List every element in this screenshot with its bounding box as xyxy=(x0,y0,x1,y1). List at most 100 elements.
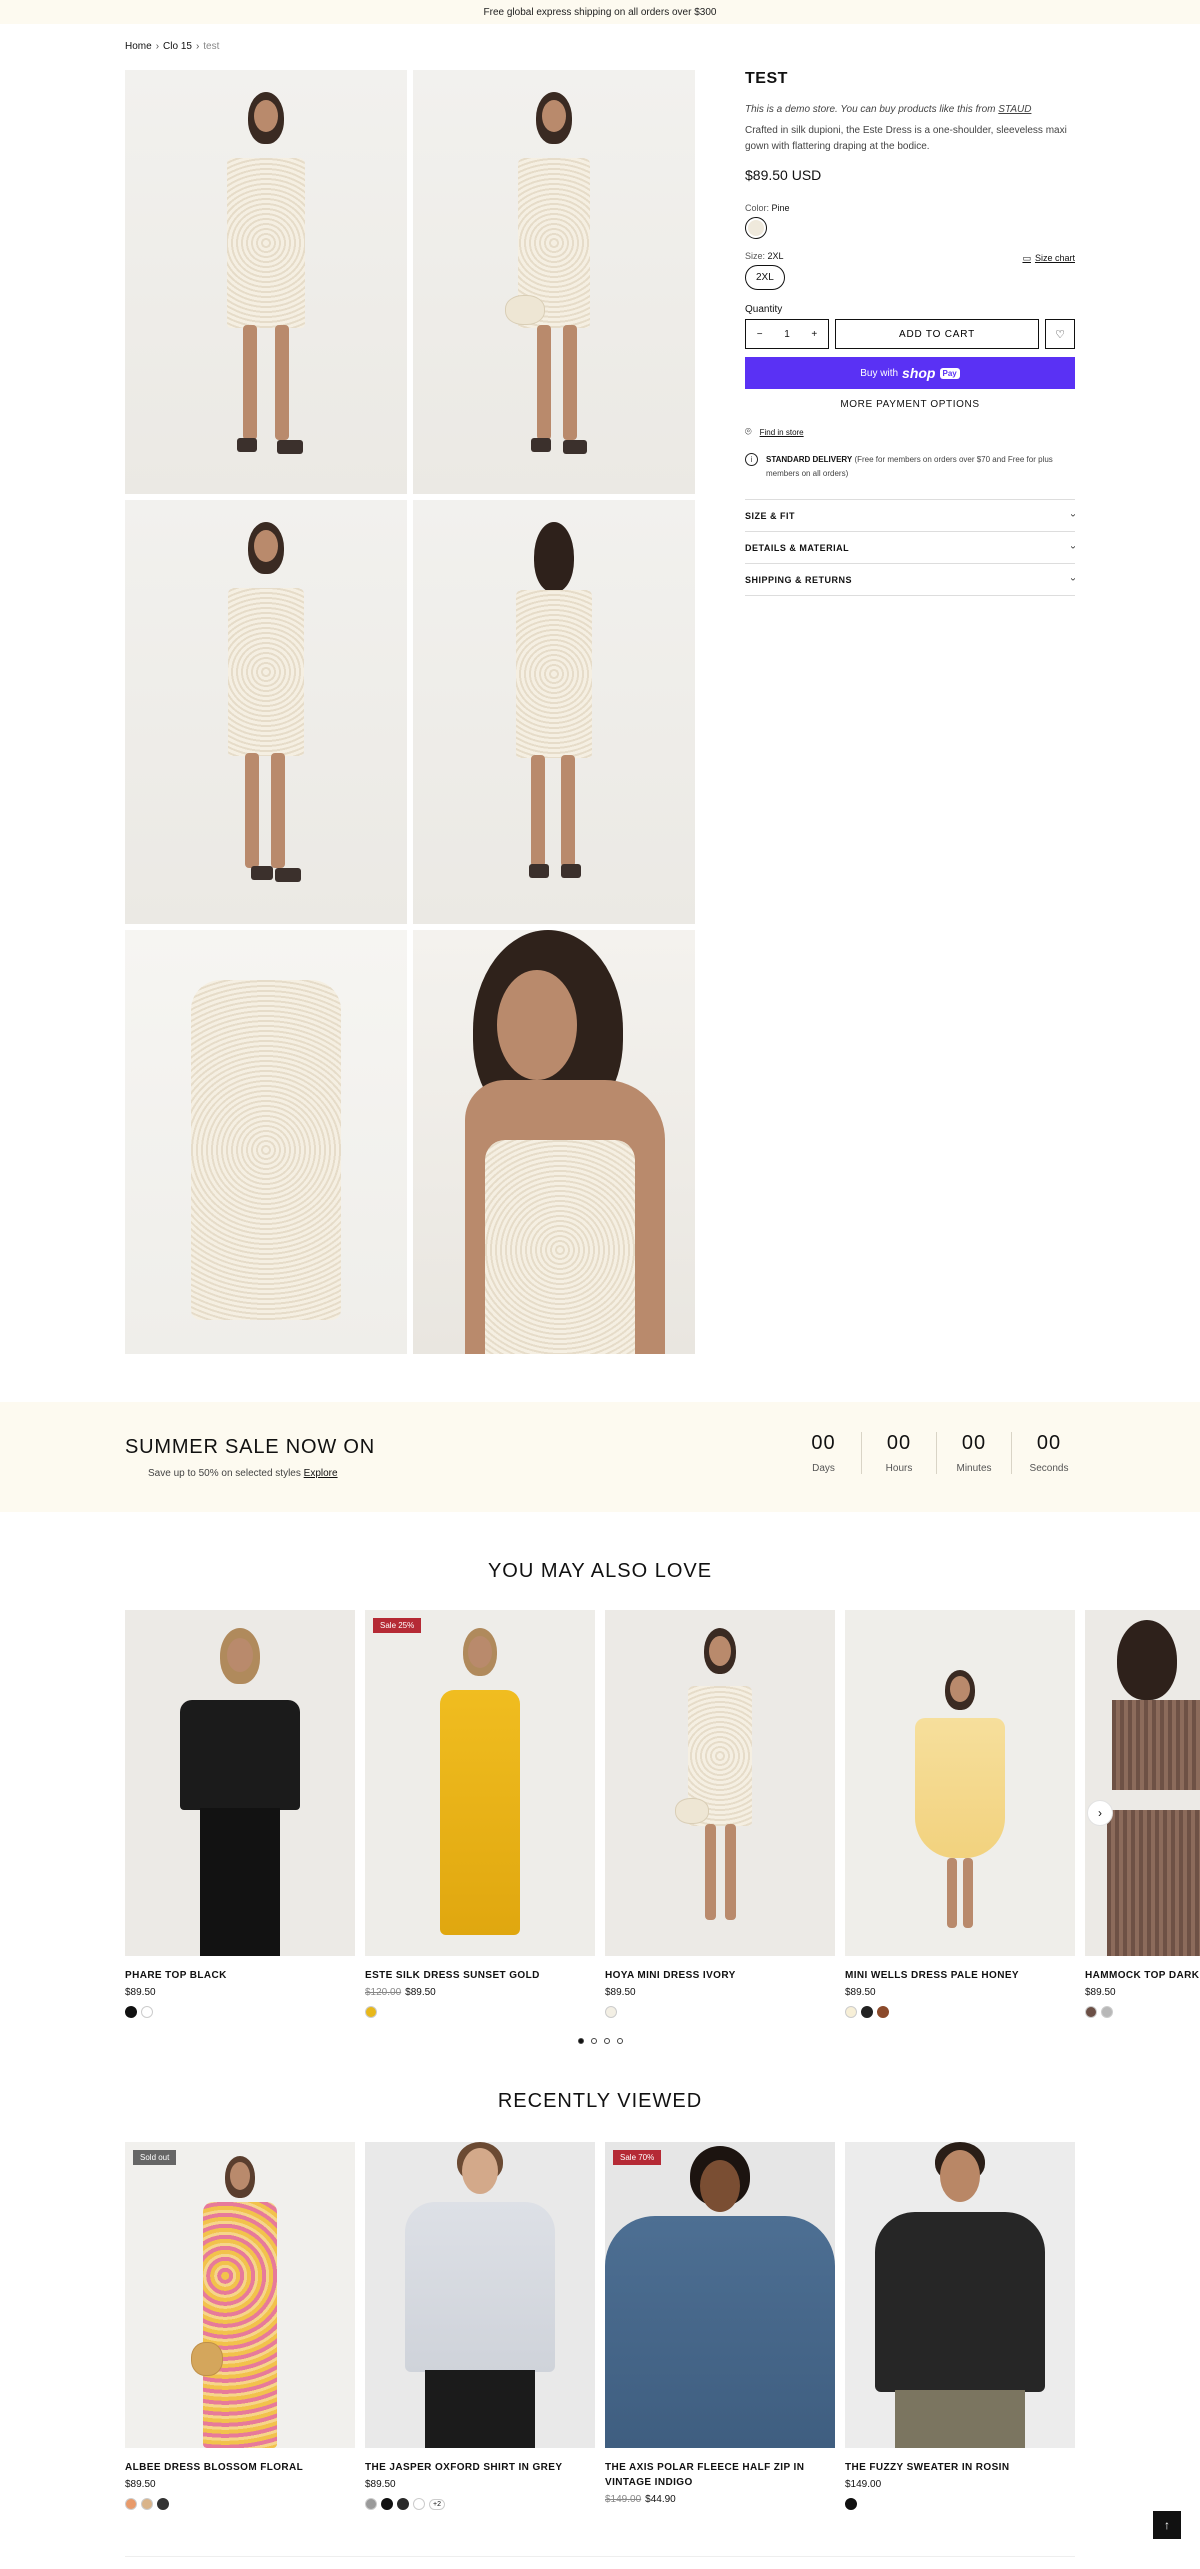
product-card-image[interactable] xyxy=(605,1610,835,1956)
accordion-shipping-returns[interactable]: SHIPPING & RETURNS › xyxy=(745,564,1079,596)
minus-icon[interactable]: − xyxy=(757,329,763,340)
product-card-price: $89.50 xyxy=(365,2479,595,2490)
model-face xyxy=(700,2160,740,2212)
chevron-right-icon[interactable]: › xyxy=(1087,1800,1113,1826)
product-card-name[interactable]: HOYA MINI DRESS IVORY xyxy=(605,1968,835,1983)
product-card-name[interactable]: PHARE TOP BLACK xyxy=(125,1968,355,1983)
product-card-image[interactable]: Sale 25% xyxy=(365,1610,595,1956)
swatch[interactable] xyxy=(157,2498,169,2510)
heart-icon[interactable]: ♡ xyxy=(1045,319,1075,349)
product-card[interactable]: HOYA MINI DRESS IVORY $89.50 xyxy=(605,1610,835,2018)
product-price: $89.50 USD xyxy=(745,167,822,183)
product-image-front[interactable] xyxy=(125,70,407,494)
product-card[interactable]: THE JASPER OXFORD SHIRT IN GREY $89.50 +… xyxy=(365,2142,595,2510)
product-card-name[interactable]: ESTE SILK DRESS SUNSET GOLD xyxy=(365,1968,595,1983)
swatch[interactable] xyxy=(365,2498,377,2510)
size-label-text: Size: xyxy=(745,251,766,261)
product-image-back[interactable] xyxy=(413,500,695,924)
model-face xyxy=(468,1636,492,1668)
pagination-dot[interactable] xyxy=(617,2038,623,2044)
product-card-price: $89.50 xyxy=(605,1987,835,1998)
product-card-image[interactable]: Sold out xyxy=(125,2142,355,2448)
product-card-price: $149.00 $44.90 xyxy=(605,2494,835,2505)
swatch[interactable] xyxy=(1101,2006,1113,2018)
product-card[interactable]: PHARE TOP BLACK $89.50 xyxy=(125,1610,355,2018)
size-option-2xl[interactable]: 2XL xyxy=(745,265,785,290)
demo-note-link[interactable]: STAUD xyxy=(998,104,1031,115)
color-swatch-selected[interactable] xyxy=(745,217,767,239)
also-love-carousel: PHARE TOP BLACK $89.50 Sale 25% ESTE SIL… xyxy=(125,1610,1200,2018)
model-face xyxy=(709,1636,731,1666)
pagination-dot[interactable] xyxy=(604,2038,610,2044)
product-image-bag[interactable] xyxy=(413,70,695,494)
swatch[interactable] xyxy=(877,2006,889,2018)
price: $89.50 xyxy=(125,1987,156,1998)
product-card-image[interactable] xyxy=(1085,1610,1200,1956)
product-card-name[interactable]: THE AXIS POLAR FLEECE HALF ZIP IN VINTAG… xyxy=(605,2460,835,2490)
plus-icon[interactable]: + xyxy=(811,329,817,340)
product-card-name[interactable]: HAMMOCK TOP DARK C xyxy=(1085,1968,1200,1983)
product-image-side[interactable] xyxy=(125,500,407,924)
product-card[interactable]: THE FUZZY SWEATER IN ROSIN $149.00 xyxy=(845,2142,1075,2510)
product-card-image[interactable] xyxy=(845,2142,1075,2448)
product-card-name[interactable]: THE JASPER OXFORD SHIRT IN GREY xyxy=(365,2460,595,2475)
arrow-up-icon[interactable]: ↑ xyxy=(1153,2511,1181,2539)
product-card[interactable]: Sale 70% THE AXIS POLAR FLEECE HALF ZIP … xyxy=(605,2142,835,2510)
honey-dress-shape xyxy=(915,1718,1005,1858)
swatch[interactable] xyxy=(125,2498,137,2510)
product-card-name[interactable]: MINI WELLS DRESS PALE HONEY xyxy=(845,1968,1075,1983)
swatch[interactable] xyxy=(141,2006,153,2018)
announcement-text: Free global express shipping on all orde… xyxy=(483,6,717,18)
swatch[interactable] xyxy=(365,2006,377,2018)
chevron-down-icon: › xyxy=(1067,577,1079,582)
info-icon: i xyxy=(745,453,758,466)
swatch[interactable] xyxy=(381,2498,393,2510)
size-row: Size: 2XL ▭ Size chart xyxy=(745,251,1075,265)
shop-pay-button[interactable]: Buy with shop Pay xyxy=(745,357,1075,389)
swatch[interactable] xyxy=(861,2006,873,2018)
size-chart-link[interactable]: ▭ Size chart xyxy=(1022,253,1075,264)
color-value: Pine xyxy=(771,203,790,213)
product-card-image[interactable] xyxy=(365,2142,595,2448)
product-card-image[interactable] xyxy=(125,1610,355,1956)
striped-skirt-shape xyxy=(1107,1810,1200,1956)
model-hair xyxy=(1117,1620,1177,1700)
sale-subtitle: Save up to 50% on selected styles Explor… xyxy=(148,1468,338,1479)
accordion-size-fit[interactable]: SIZE & FIT › xyxy=(745,500,1079,532)
swatch[interactable] xyxy=(605,2006,617,2018)
quantity-value[interactable]: 1 xyxy=(784,329,790,340)
product-image-flatlay[interactable] xyxy=(125,930,407,1354)
sale-explore-link[interactable]: Explore xyxy=(304,1468,338,1479)
find-in-store-link[interactable]: Find in store xyxy=(760,428,804,437)
product-card-image[interactable] xyxy=(845,1610,1075,1956)
swatch[interactable] xyxy=(141,2498,153,2510)
shoe xyxy=(251,866,273,880)
carousel-pagination xyxy=(578,2038,623,2044)
gold-dress-shape xyxy=(440,1690,520,1935)
product-card-name[interactable]: THE FUZZY SWEATER IN ROSIN xyxy=(845,2460,1075,2475)
swatch[interactable] xyxy=(845,2006,857,2018)
product-image-closeup[interactable] xyxy=(413,930,695,1354)
swatch[interactable] xyxy=(1085,2006,1097,2018)
product-card[interactable]: Sale 25% ESTE SILK DRESS SUNSET GOLD $12… xyxy=(365,1610,595,2018)
swatch[interactable] xyxy=(413,2498,425,2510)
accordion-details-material[interactable]: DETAILS & MATERIAL › xyxy=(745,532,1079,564)
product-card[interactable]: MINI WELLS DRESS PALE HONEY $89.50 xyxy=(845,1610,1075,2018)
product-card-image[interactable]: Sale 70% xyxy=(605,2142,835,2448)
pagination-dot[interactable] xyxy=(591,2038,597,2044)
breadcrumb-collection[interactable]: Clo 15 xyxy=(163,41,192,52)
breadcrumb-home[interactable]: Home xyxy=(125,41,152,52)
swatch[interactable] xyxy=(845,2498,857,2510)
model-leg xyxy=(705,1824,716,1920)
product-card[interactable]: Sold out ALBEE DRESS BLOSSOM FLORAL $89.… xyxy=(125,2142,355,2510)
more-swatches[interactable]: +2 xyxy=(429,2498,445,2510)
dress-flatlay-shape xyxy=(191,980,341,1320)
product-card-name[interactable]: ALBEE DRESS BLOSSOM FLORAL xyxy=(125,2460,355,2475)
swatch[interactable] xyxy=(125,2006,137,2018)
add-to-cart-button[interactable]: ADD TO CART xyxy=(835,319,1039,349)
old-price: $120.00 xyxy=(365,1987,402,1998)
swatch[interactable] xyxy=(397,2498,409,2510)
more-payment-options-link[interactable]: MORE PAYMENT OPTIONS xyxy=(745,399,1075,410)
size-label: Size: 2XL xyxy=(745,251,784,261)
pagination-dot[interactable] xyxy=(578,2038,584,2044)
